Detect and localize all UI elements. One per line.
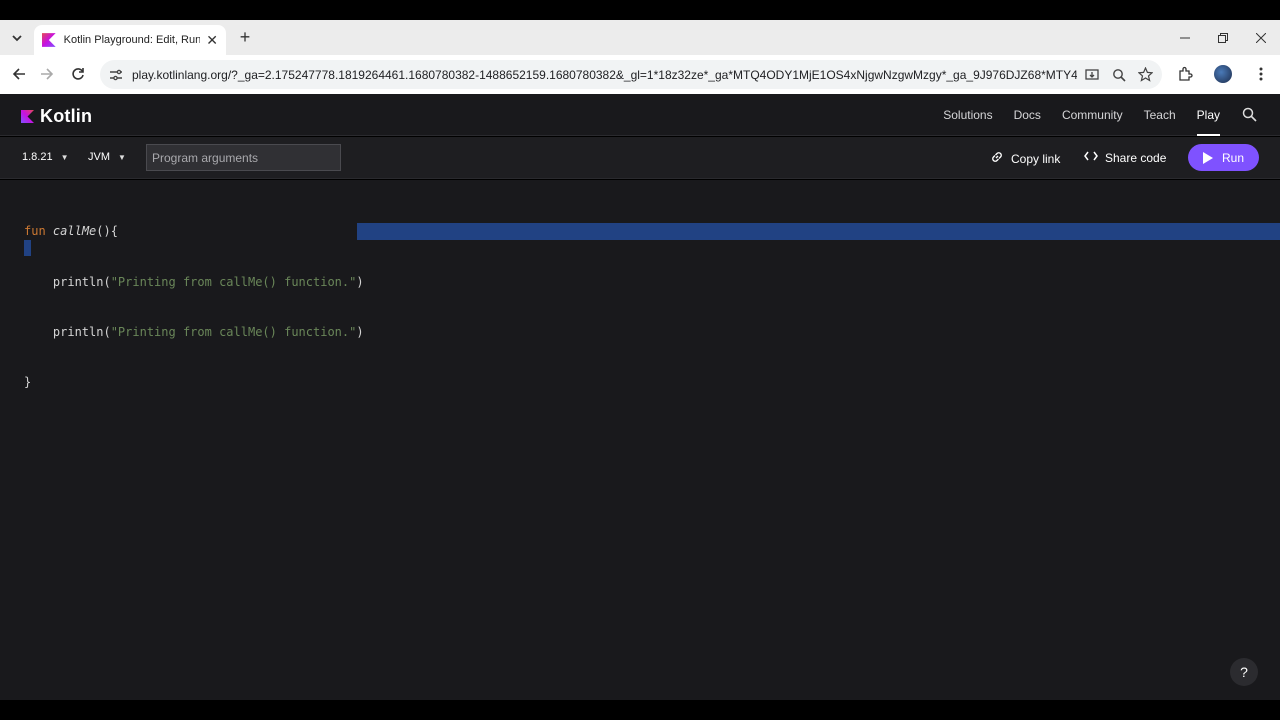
code-line: println("Printing from callMe() function…: [24, 324, 364, 341]
kotlin-favicon-icon: [42, 33, 56, 47]
code-line: fun callMe(){: [24, 223, 364, 240]
extensions-icon[interactable]: [1176, 65, 1194, 83]
string-literal: "Printing from callMe() function.": [110, 324, 357, 339]
window-controls: [1166, 20, 1280, 55]
play-icon: [1202, 151, 1213, 164]
forward-icon[interactable]: [38, 65, 56, 83]
code-punct: (){: [96, 224, 118, 239]
platform-select[interactable]: JVM ▼: [88, 151, 126, 163]
kotlin-logo-text: Kotlin: [40, 106, 93, 126]
bookmark-star-icon[interactable]: [1137, 66, 1154, 83]
bottom-bar: [0, 700, 1280, 720]
minimize-icon[interactable]: [1166, 20, 1204, 55]
code-punct: ): [356, 274, 364, 289]
code-call: println(: [24, 324, 111, 339]
browser-menu-icon[interactable]: [1252, 65, 1270, 83]
site-search-icon[interactable]: [1242, 107, 1258, 123]
program-arguments-input[interactable]: [146, 144, 341, 171]
caret-down-icon: ▼: [60, 152, 69, 162]
kotlin-logo-icon: [21, 110, 34, 123]
url-text: play.kotlinlang.org/?_ga=2.175247778.181…: [132, 67, 1077, 82]
tab-search-dropdown-icon[interactable]: [8, 29, 26, 47]
code-content[interactable]: fun callMe(){ println("Printing from cal…: [24, 190, 364, 424]
help-button[interactable]: ?: [1230, 658, 1258, 686]
nav-play[interactable]: Play: [1196, 94, 1221, 136]
tab-close-icon[interactable]: ✕: [206, 33, 218, 47]
code-line: println("Printing from callMe() function…: [24, 274, 364, 291]
tab-title: Kotlin Playground: Edit, Run, Sh: [63, 34, 201, 46]
function-name: callMe: [52, 224, 97, 239]
browser-toolbar: play.kotlinlang.org/?_ga=2.175247778.181…: [0, 55, 1280, 94]
zoom-icon[interactable]: [1110, 66, 1127, 83]
run-button[interactable]: Run: [1188, 144, 1259, 171]
nav-teach[interactable]: Teach: [1144, 94, 1176, 136]
string-literal: "Printing from callMe() function.": [110, 274, 357, 289]
code-punct: ): [356, 324, 364, 339]
code-editor[interactable]: fun callMe(){ println("Printing from cal…: [0, 180, 1280, 700]
nav-community[interactable]: Community: [1062, 94, 1123, 136]
restore-icon[interactable]: [1204, 20, 1242, 55]
close-window-icon[interactable]: [1242, 20, 1280, 55]
install-app-icon[interactable]: [1083, 66, 1100, 83]
kotlin-version-label: 1.8.21: [22, 151, 53, 163]
playground-toolbar: 1.8.21 ▼ JVM ▼ Copy link Share code Run: [0, 137, 1280, 179]
share-code-button[interactable]: Share code: [1084, 150, 1166, 165]
browser-tab[interactable]: Kotlin Playground: Edit, Run, Sh ✕: [34, 25, 226, 55]
share-code-label: Share code: [1105, 150, 1167, 165]
code-line: }: [24, 374, 364, 391]
site-info-icon[interactable]: [108, 67, 124, 83]
kotlin-site-header: Kotlin Solutions Docs Community Teach Pl…: [0, 94, 1280, 136]
platform-label: JVM: [88, 151, 110, 163]
address-bar[interactable]: play.kotlinlang.org/?_ga=2.175247778.181…: [100, 60, 1162, 89]
profile-avatar[interactable]: [1214, 65, 1232, 83]
site-nav: Solutions Docs Community Teach Play: [922, 94, 1221, 136]
code-brackets-icon: [1084, 150, 1098, 165]
reload-icon[interactable]: [69, 65, 87, 83]
new-tab-button[interactable]: +: [236, 28, 254, 46]
nav-docs[interactable]: Docs: [1014, 94, 1041, 136]
nav-solutions[interactable]: Solutions: [943, 94, 992, 136]
code-call: println(: [24, 274, 111, 289]
kotlin-logo[interactable]: Kotlin: [21, 106, 92, 127]
kotlin-version-select[interactable]: 1.8.21 ▼: [22, 151, 69, 163]
keyword-fun: fun: [24, 224, 46, 239]
code-punct: }: [24, 374, 32, 389]
back-icon[interactable]: [10, 65, 28, 83]
text-selection: [357, 223, 1280, 240]
run-label: Run: [1221, 150, 1244, 165]
browser-tabstrip: Kotlin Playground: Edit, Run, Sh ✕ +: [0, 20, 1280, 55]
caret-down-icon: ▼: [118, 152, 126, 162]
copy-link-button[interactable]: Copy link: [990, 150, 1060, 167]
link-icon: [990, 150, 1004, 167]
copy-link-label: Copy link: [1011, 151, 1061, 166]
